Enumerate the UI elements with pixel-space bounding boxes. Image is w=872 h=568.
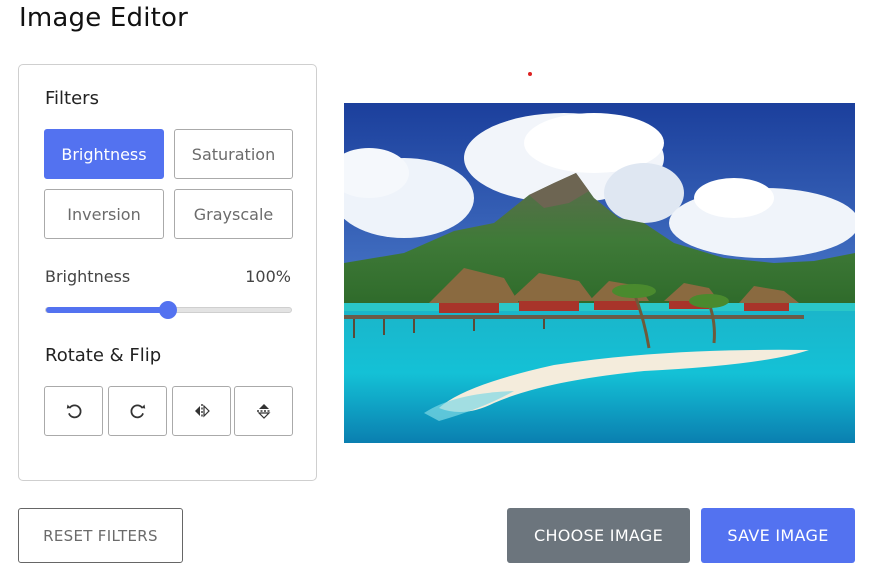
brightness-slider[interactable] xyxy=(45,301,292,319)
image-preview xyxy=(344,103,855,443)
choose-image-button[interactable]: CHOOSE IMAGE xyxy=(507,508,690,563)
filter-grayscale-button[interactable]: Grayscale xyxy=(174,189,293,239)
save-image-button[interactable]: SAVE IMAGE xyxy=(701,508,855,563)
slider-fill xyxy=(46,307,168,313)
filters-heading: Filters xyxy=(45,88,99,109)
page-title: Image Editor xyxy=(19,3,189,33)
filter-inversion-button[interactable]: Inversion xyxy=(44,189,164,239)
red-dot xyxy=(528,72,532,76)
rotate-right-icon xyxy=(130,404,145,419)
filter-brightness-button[interactable]: Brightness xyxy=(44,129,164,179)
rotate-left-icon xyxy=(66,404,81,419)
filter-saturation-button[interactable]: Saturation xyxy=(174,129,293,179)
slider-thumb[interactable] xyxy=(159,301,177,319)
slider-name: Brightness xyxy=(45,267,131,286)
editor-panel: Filters Brightness Saturation Inversion … xyxy=(18,64,317,481)
flip-horizontal-button[interactable] xyxy=(172,386,231,436)
slider-value: 100% xyxy=(245,267,291,286)
preview-image xyxy=(344,103,855,443)
flip-horizontal-icon xyxy=(194,404,210,418)
reset-filters-button[interactable]: RESET FILTERS xyxy=(18,508,183,563)
rotate-left-button[interactable] xyxy=(44,386,103,436)
flip-vertical-button[interactable] xyxy=(234,386,293,436)
flip-vertical-icon xyxy=(256,404,271,419)
rotate-right-button[interactable] xyxy=(108,386,167,436)
rotate-flip-heading: Rotate & Flip xyxy=(45,345,162,366)
